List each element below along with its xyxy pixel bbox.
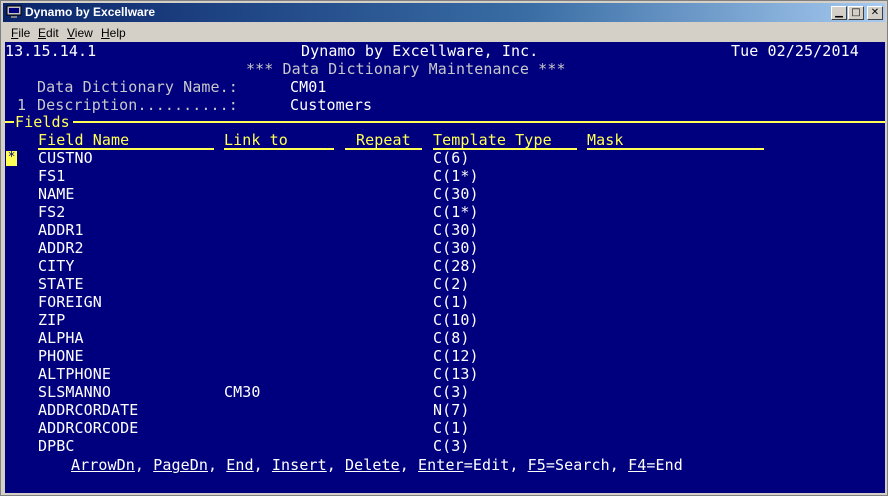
fields-section-label: Fields — [15, 113, 70, 131]
template-type-cell: C(30) — [433, 239, 479, 257]
template-type-cell: C(8) — [433, 329, 470, 347]
key-enter[interactable]: Enter — [418, 456, 464, 474]
template-type-cell: C(1*) — [433, 167, 479, 185]
template-type-cell: C(1) — [433, 293, 470, 311]
screen-title: *** Data Dictionary Maintenance *** — [246, 60, 566, 78]
desc-index: 1 — [17, 96, 27, 114]
key-insert[interactable]: Insert — [272, 456, 327, 474]
menu-edit[interactable]: Edit — [38, 26, 59, 40]
field-name-cell: ALTPHONE — [38, 365, 112, 383]
template-type-cell: C(28) — [433, 257, 479, 275]
minimize-icon: ▁ — [835, 7, 843, 18]
field-name-cell: ADDRCORDATE — [38, 401, 139, 419]
field-name-cell: NAME — [38, 185, 75, 203]
fields-divider-right — [73, 121, 885, 123]
template-type-cell: C(1*) — [433, 203, 479, 221]
field-name-cell: DPBC — [38, 437, 75, 455]
key-delete[interactable]: Delete — [345, 456, 400, 474]
field-name-cell: STATE — [38, 275, 84, 293]
key-description: , — [134, 456, 154, 474]
column-underline — [587, 148, 764, 150]
key-description: , — [399, 456, 419, 474]
field-name-cell: ZIP — [38, 311, 66, 329]
field-name-cell: FS1 — [38, 167, 66, 185]
column-underline — [345, 148, 422, 150]
dd-name-field[interactable]: CM01 — [290, 78, 327, 96]
key-f4[interactable]: F4 — [628, 456, 646, 474]
template-type-cell: C(13) — [433, 365, 479, 383]
date-text: Tue 02/25/2014 — [731, 42, 859, 60]
key-arrowdn[interactable]: ArrowDn — [71, 456, 135, 474]
template-type-cell: C(2) — [433, 275, 470, 293]
key-f5[interactable]: F5 — [528, 456, 546, 474]
dd-name-label: Data Dictionary Name.: — [37, 78, 238, 96]
column-header-field-name: Field Name — [38, 131, 130, 149]
close-button[interactable]: ✕ — [867, 6, 883, 20]
row-cursor: * — [6, 150, 17, 166]
template-type-cell: C(1) — [433, 419, 470, 437]
menu-view[interactable]: View — [67, 26, 93, 40]
field-name-cell: ADDR2 — [38, 239, 84, 257]
field-name-cell: CITY — [38, 257, 75, 275]
app-icon — [6, 5, 22, 18]
key-pagedn[interactable]: PageDn — [153, 456, 208, 474]
company-text: Dynamo by Excellware, Inc. — [301, 42, 539, 60]
key-description: =End — [646, 456, 683, 474]
field-name-cell: PHONE — [38, 347, 84, 365]
column-header-link-to: Link to — [224, 131, 288, 149]
function-key-bar: ArrowDn, PageDn, End, Insert, Delete, En… — [71, 456, 683, 474]
field-name-cell: ADDR1 — [38, 221, 84, 239]
field-name-cell: FOREIGN — [38, 293, 102, 311]
menu-help[interactable]: Help — [101, 26, 126, 40]
field-name-cell: SLSMANNO — [38, 383, 112, 401]
version-text: 13.15.14.1 — [5, 42, 97, 60]
description-label: Description..........: — [37, 96, 238, 114]
template-type-cell: C(30) — [433, 185, 479, 203]
column-header-repeat: Repeat — [356, 131, 411, 149]
template-type-cell: C(10) — [433, 311, 479, 329]
field-name-cell: ALPHA — [38, 329, 84, 347]
key-description: =Search, — [545, 456, 629, 474]
key-description: , — [253, 456, 272, 474]
menu-bar: File Edit View Help — [3, 24, 885, 42]
column-underline — [224, 148, 334, 150]
window-title: Dynamo by Excellware — [25, 5, 156, 19]
key-description: , — [207, 456, 227, 474]
terminal-screen[interactable]: 13.15.14.1 Dynamo by Excellware, Inc. Tu… — [5, 42, 885, 493]
fields-divider-left — [5, 121, 14, 123]
template-type-cell: N(7) — [433, 401, 470, 419]
template-type-cell: C(30) — [433, 221, 479, 239]
column-header-template-type: Template Type — [433, 131, 552, 149]
template-type-cell: C(3) — [433, 437, 470, 455]
template-type-cell: C(12) — [433, 347, 479, 365]
field-name-cell: CUSTNO — [38, 149, 93, 167]
description-field[interactable]: Customers — [290, 96, 372, 114]
close-icon: ✕ — [870, 7, 880, 18]
minimize-button[interactable]: ▁ — [831, 6, 847, 20]
maximize-button[interactable]: □ — [848, 6, 864, 20]
menu-file[interactable]: File — [11, 26, 30, 40]
template-type-cell: C(6) — [433, 149, 470, 167]
key-description: , — [326, 456, 345, 474]
template-type-cell: C(3) — [433, 383, 470, 401]
field-name-cell: ADDRCORCODE — [38, 419, 139, 437]
title-bar[interactable]: Dynamo by Excellware ▁ □ ✕ — [3, 3, 885, 22]
key-end[interactable]: End — [226, 456, 253, 474]
column-header-mask: Mask — [587, 131, 624, 149]
app-window: Dynamo by Excellware ▁ □ ✕ File Edit Vie… — [0, 0, 888, 496]
link-to-cell: CM30 — [224, 383, 261, 401]
key-description: =Edit, — [463, 456, 528, 474]
field-name-cell: FS2 — [38, 203, 66, 221]
maximize-icon: □ — [851, 7, 861, 18]
